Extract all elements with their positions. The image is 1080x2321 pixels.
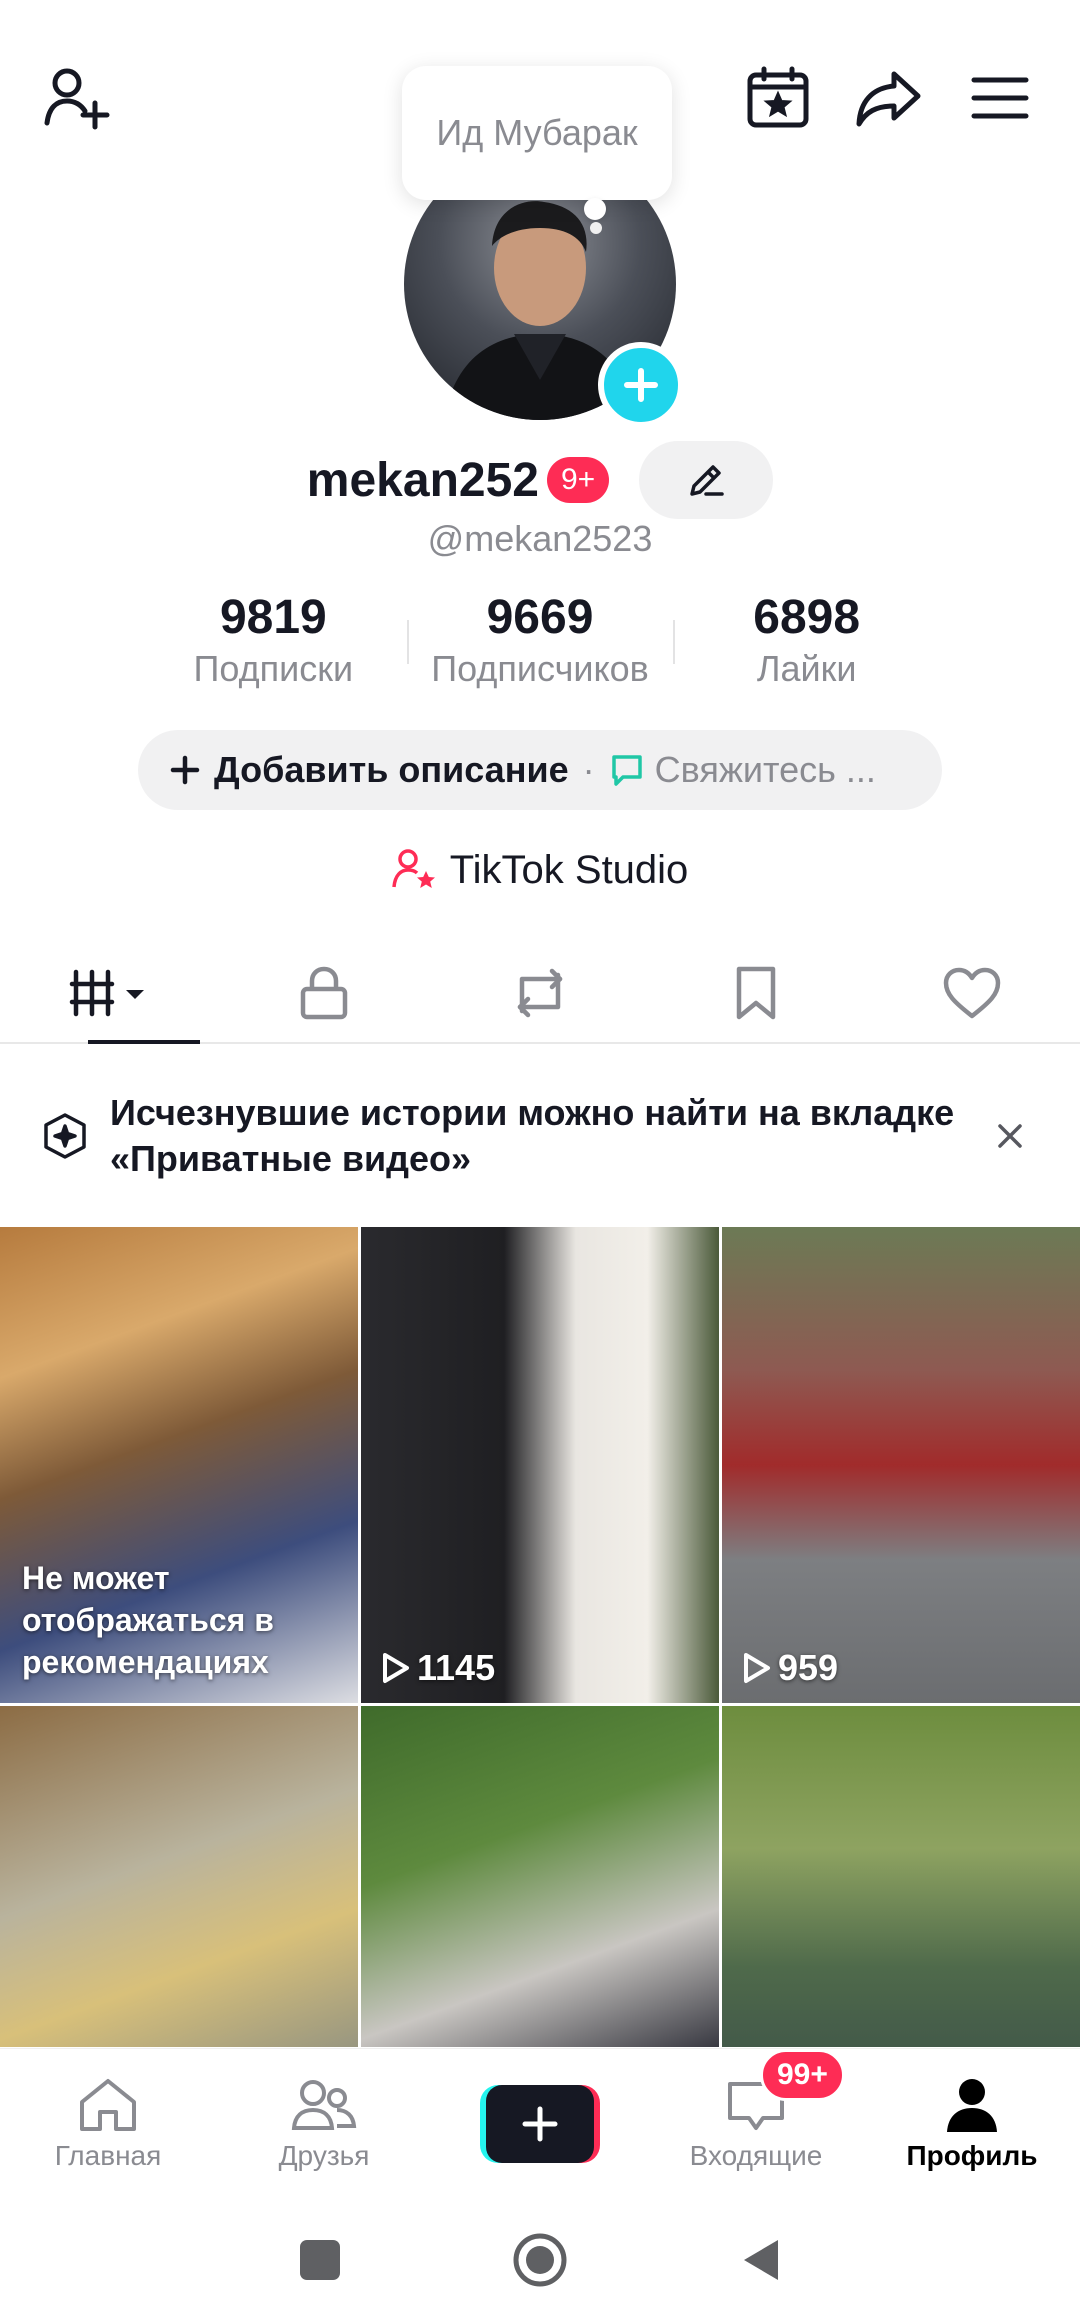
- username: mekan252: [306, 453, 539, 507]
- profile-stats: 9819 Подписки 9669 Подписчиков 6898 Лайк…: [140, 590, 940, 700]
- calendar-star-icon: [747, 66, 809, 128]
- back-triangle-icon: [744, 2239, 778, 2280]
- view-count: 959: [740, 1647, 838, 1689]
- stat-following-value: 9819: [219, 591, 327, 644]
- lock-icon: [300, 966, 348, 1020]
- video-thumbnail[interactable]: [0, 1706, 358, 2047]
- nav-friends-label: Друзья: [278, 2139, 370, 2171]
- nav-profile[interactable]: Профиль: [864, 2049, 1080, 2198]
- studio-label: TikTok Studio: [449, 847, 689, 892]
- stat-followers-value: 9669: [486, 591, 594, 644]
- nav-profile-label: Профиль: [906, 2139, 1038, 2171]
- stat-following[interactable]: 9819 Подписки: [140, 590, 407, 700]
- contact-link[interactable]: Свяжитесь ...: [655, 749, 876, 791]
- video-thumbnail[interactable]: 1145: [361, 1227, 719, 1703]
- stat-followers-label: Подписчиков: [431, 648, 649, 689]
- stat-followers[interactable]: 9669 Подписчиков: [406, 590, 674, 700]
- profile-icon: [947, 2078, 997, 2132]
- square-icon: [300, 2239, 340, 2280]
- tiktok-studio-link[interactable]: TikTok Studio: [0, 842, 1080, 898]
- stat-likes[interactable]: 6898 Лайки: [673, 590, 940, 700]
- tab-favorites[interactable]: [648, 944, 864, 1042]
- videos-grid-icon: [69, 969, 144, 1017]
- share-arrow-icon: [856, 71, 921, 127]
- video-thumbnail[interactable]: [361, 1706, 719, 2047]
- add-story-button[interactable]: [598, 342, 684, 428]
- video-thumbnail[interactable]: 959: [722, 1227, 1080, 1703]
- nav-inbox[interactable]: 99+ Входящие: [648, 2049, 864, 2198]
- nav-inbox-label: Входящие: [689, 2139, 823, 2171]
- close-banner-button[interactable]: [980, 1106, 1040, 1166]
- plus-icon: [624, 368, 658, 402]
- plus-icon: [170, 755, 200, 785]
- home-icon: [80, 2078, 136, 2131]
- note-text: Ид Мубарак: [436, 112, 638, 153]
- heart-icon: [943, 967, 1001, 1019]
- video-grid: Не может отображаться в рекомендациях 11…: [0, 1227, 1080, 2047]
- back-button[interactable]: [738, 2236, 782, 2284]
- create-button-face: [486, 2084, 594, 2163]
- play-icon: [383, 1653, 409, 1683]
- person-plus-icon: [44, 68, 110, 130]
- nav-home-label: Главная: [54, 2139, 162, 2171]
- content-tabs: [0, 944, 1080, 1044]
- friends-icon: [291, 2079, 357, 2130]
- view-count-value: 959: [778, 1647, 839, 1688]
- repost-icon: [517, 968, 563, 1018]
- private-videos-banner: Исчезнувшие истории можно найти на вклад…: [0, 1046, 1080, 1226]
- note-bubble-tail: [584, 198, 606, 220]
- events-calendar-button[interactable]: [738, 58, 818, 138]
- stat-following-label: Подписки: [193, 648, 354, 689]
- hamburger-menu-icon: [971, 77, 1029, 119]
- stat-likes-value: 6898: [753, 591, 861, 644]
- pencil-icon: [690, 465, 724, 496]
- menu-button[interactable]: [960, 58, 1040, 138]
- name-row: mekan252 9+: [0, 441, 1080, 519]
- create-button[interactable]: [480, 2084, 600, 2163]
- chat-bubble-icon: [611, 755, 642, 786]
- create-plus-icon: [522, 2106, 558, 2141]
- nav-home[interactable]: Главная: [0, 2049, 216, 2198]
- nav-create[interactable]: [432, 2049, 648, 2198]
- description-pill[interactable]: Добавить описание · Свяжитесь ...: [138, 730, 942, 810]
- video-thumbnail[interactable]: [722, 1706, 1080, 2047]
- note-bubble-tail-small: [590, 222, 602, 234]
- description-separator: ·: [582, 749, 595, 790]
- view-count: 1145: [379, 1647, 495, 1689]
- sparkle-badge-icon: [44, 1113, 86, 1159]
- bottom-navigation: Главная Друзья 99+ Входящие Профиль: [0, 2048, 1080, 2198]
- system-navigation-bar: [0, 2198, 1080, 2321]
- user-handle: @mekan2523: [427, 518, 653, 559]
- creator-star-icon: [391, 849, 435, 888]
- share-profile-button[interactable]: [846, 58, 932, 138]
- add-friend-button[interactable]: [38, 58, 118, 138]
- notification-badge[interactable]: 9+: [546, 457, 610, 503]
- recents-button[interactable]: [298, 2238, 342, 2282]
- bookmark-icon: [736, 966, 776, 1020]
- close-icon: [998, 1124, 1022, 1148]
- profile-note-bubble[interactable]: Ид Мубарак: [402, 66, 672, 200]
- edit-profile-button[interactable]: [639, 441, 774, 519]
- video-thumbnail[interactable]: Не может отображаться в рекомендациях: [0, 1227, 358, 1703]
- banner-text: Исчезнувшие истории можно найти на вклад…: [110, 1092, 955, 1179]
- home-system-button[interactable]: [512, 2232, 568, 2288]
- tab-reposts[interactable]: [432, 944, 648, 1042]
- tab-liked[interactable]: [864, 944, 1080, 1042]
- view-count-value: 1145: [417, 1647, 496, 1688]
- play-icon: [744, 1653, 770, 1683]
- add-description-link[interactable]: Добавить описание: [214, 749, 569, 791]
- inbox-badge: 99+: [760, 2049, 845, 2101]
- stat-likes-label: Лайки: [756, 648, 857, 689]
- circle-icon: [513, 2233, 567, 2286]
- tab-private[interactable]: [216, 944, 432, 1042]
- tab-videos[interactable]: [0, 944, 216, 1044]
- not-recommended-label: Не может отображаться в рекомендациях: [22, 1560, 274, 1680]
- nav-friends[interactable]: Друзья: [216, 2049, 432, 2198]
